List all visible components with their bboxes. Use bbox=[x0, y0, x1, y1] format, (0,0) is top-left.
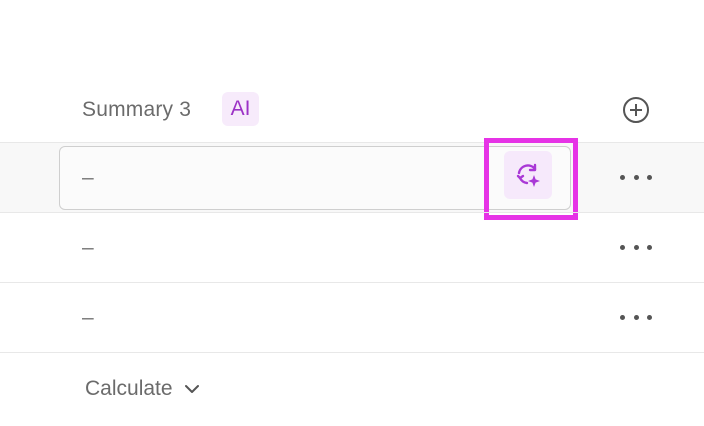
more-horizontal-icon bbox=[620, 174, 625, 180]
calculate-label: Calculate bbox=[85, 377, 173, 400]
add-column-button[interactable] bbox=[622, 96, 650, 124]
table-row[interactable]: – bbox=[0, 212, 704, 283]
ai-regenerate-icon bbox=[516, 163, 540, 187]
row-menu-button[interactable] bbox=[620, 167, 652, 187]
cell-value[interactable]: – bbox=[82, 306, 94, 330]
column-header: Summary 3 AI bbox=[0, 76, 704, 142]
regenerate-highlight bbox=[484, 138, 578, 220]
regenerate-button[interactable] bbox=[504, 151, 552, 199]
cell-value: – bbox=[82, 166, 94, 189]
column-title[interactable]: Summary 3 bbox=[82, 98, 191, 122]
footer-divider bbox=[0, 352, 704, 353]
plus-circle-icon bbox=[623, 97, 649, 123]
calculate-button[interactable]: Calculate bbox=[85, 377, 199, 401]
cell-value[interactable]: – bbox=[82, 236, 94, 260]
chevron-down-icon bbox=[184, 385, 199, 393]
more-horizontal-icon bbox=[620, 314, 625, 320]
table-row[interactable]: – bbox=[0, 138, 704, 220]
row-menu-button[interactable] bbox=[620, 307, 652, 327]
more-horizontal-icon bbox=[620, 244, 625, 250]
table-row[interactable]: – bbox=[0, 282, 704, 353]
ai-badge: AI bbox=[222, 92, 259, 126]
row-menu-button[interactable] bbox=[620, 237, 652, 257]
